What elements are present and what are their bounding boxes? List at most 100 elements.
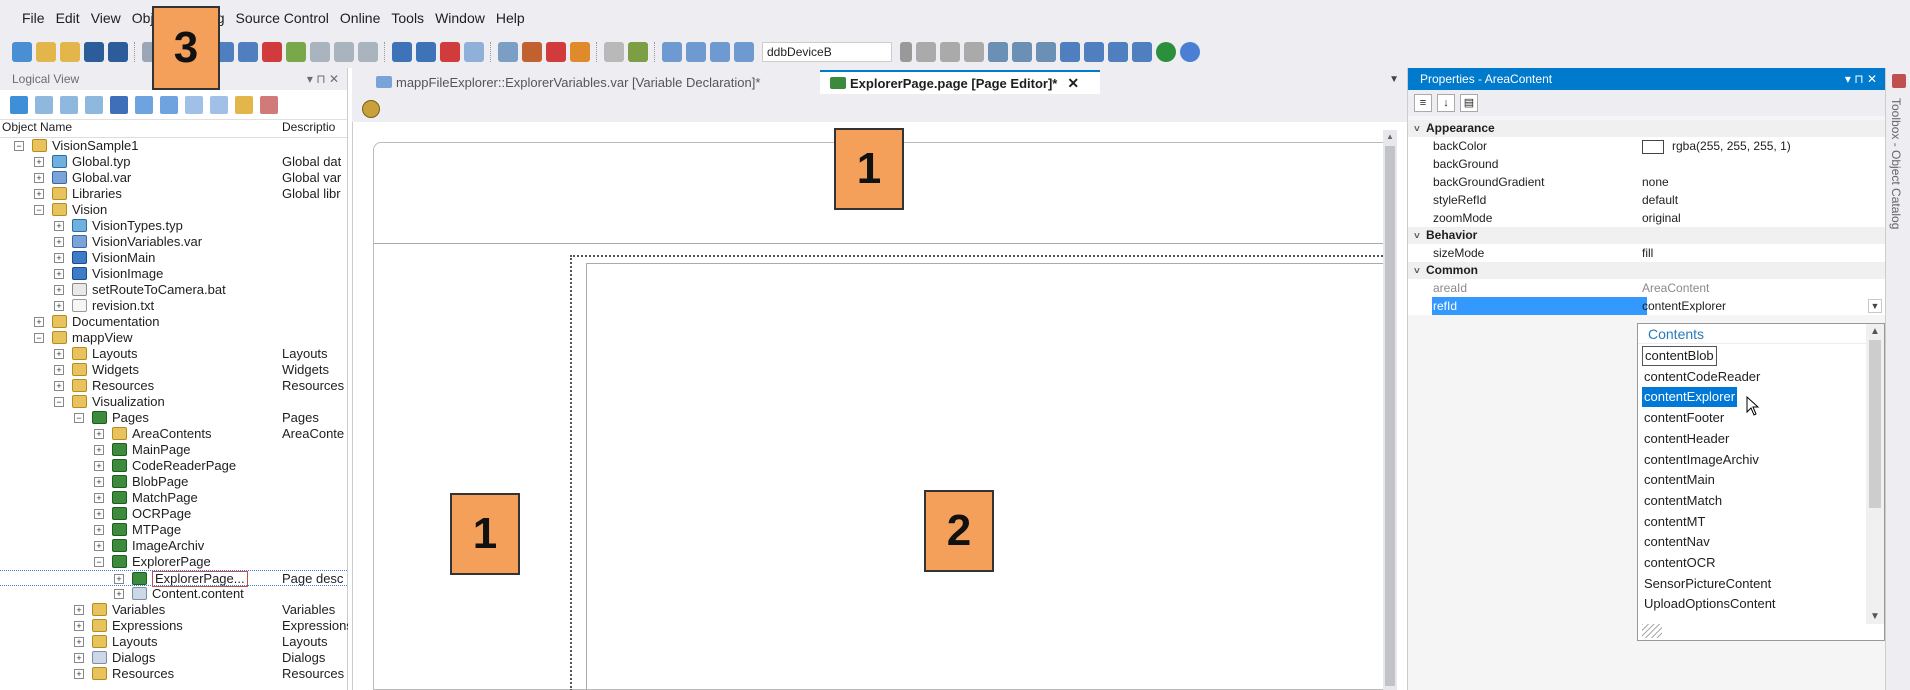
tree-item[interactable]: + ExplorerPage... Page desc (0, 570, 347, 587)
tree-item[interactable]: − mappView (0, 330, 347, 346)
menu-view[interactable]: View (91, 10, 121, 26)
expand-icon[interactable]: + (114, 574, 124, 584)
window-alt-icon[interactable] (686, 42, 706, 62)
expand-icon[interactable]: + (74, 605, 84, 615)
tree-item[interactable]: + Content.content (0, 586, 347, 602)
redo-icon[interactable] (238, 42, 258, 62)
tree-item[interactable]: + Widgets Widgets (0, 362, 347, 378)
monitor-icon[interactable] (392, 42, 412, 62)
tree-item[interactable]: − Visualization (0, 394, 347, 410)
tree-item[interactable]: − Pages Pages (0, 410, 347, 426)
dropdown-option[interactable]: SensorPictureContent (1642, 574, 1773, 594)
run-icon[interactable] (464, 42, 484, 62)
dropdown-option[interactable]: contentFooter (1642, 408, 1726, 428)
expand-icon[interactable]: + (54, 381, 64, 391)
collapse-icon[interactable]: − (54, 397, 64, 407)
nav-forward-icon[interactable] (940, 42, 960, 62)
menu-edit[interactable]: Edit (56, 10, 80, 26)
property-value[interactable]: default (1642, 191, 1886, 209)
device-icon[interactable] (570, 42, 590, 62)
debug-icon[interactable] (498, 42, 518, 62)
menu-tools[interactable]: Tools (391, 10, 424, 26)
scrollbar-thumb[interactable] (1385, 146, 1395, 686)
scroll-up-icon[interactable]: ▲ (1870, 326, 1880, 337)
clean-icon[interactable] (358, 42, 378, 62)
device-combobox[interactable]: ddbDeviceB (762, 42, 892, 62)
tab-overflow-chevron-icon[interactable]: ▼ (1389, 74, 1399, 85)
tree-item[interactable]: − Vision (0, 202, 347, 218)
expand-icon[interactable]: + (94, 477, 104, 487)
tab-explorer-variables[interactable]: mappFileExplorer::ExplorerVariables.var … (366, 70, 816, 94)
tree-item[interactable]: − ExplorerPage (0, 554, 347, 570)
expand-icon[interactable]: + (34, 317, 44, 327)
dropdown-option[interactable]: contentMT (1642, 512, 1707, 532)
expand-icon[interactable]: + (94, 429, 104, 439)
collapse-icon[interactable]: − (34, 333, 44, 343)
expand-icon[interactable]: + (54, 285, 64, 295)
tree-item[interactable]: + MainPage (0, 442, 347, 458)
scroll-down-icon[interactable]: ▼ (1870, 611, 1880, 622)
expand-icon[interactable]: + (54, 269, 64, 279)
breakpoint-icon[interactable] (522, 42, 542, 62)
expand-icon[interactable]: + (74, 653, 84, 663)
expand-icon[interactable]: + (54, 253, 64, 263)
editor-vertical-scrollbar[interactable]: ▲ (1383, 130, 1397, 690)
tree-item[interactable]: + Libraries Global libr (0, 186, 347, 202)
power-icon[interactable] (546, 42, 566, 62)
dropdown-option[interactable]: contentImageArchiv (1642, 450, 1761, 470)
chat-icon[interactable] (710, 42, 730, 62)
type-filter-icon[interactable] (110, 95, 128, 114)
arrow-down-icon[interactable] (1084, 42, 1104, 62)
property-row-zoommode[interactable]: zoomMode original (1408, 209, 1886, 227)
open-folder-icon[interactable] (60, 42, 80, 62)
tree-item[interactable]: + Global.var Global var (0, 170, 347, 186)
sort-icon[interactable] (1012, 42, 1032, 62)
expand-icon[interactable]: + (34, 157, 44, 167)
dropdown-option[interactable]: contentOCR (1642, 553, 1718, 573)
tree-item[interactable]: + OCRPage (0, 506, 347, 522)
dropdown-option[interactable]: contentHeader (1642, 429, 1731, 449)
tree-item[interactable]: + VisionTypes.typ (0, 218, 347, 234)
tree-item[interactable]: + setRouteToCamera.bat (0, 282, 347, 298)
categorized-view-icon[interactable]: ≡ (1414, 94, 1432, 112)
chevron-down-icon[interactable]: ˅ (1414, 121, 1426, 138)
expand-icon[interactable]: + (54, 221, 64, 231)
save-icon[interactable] (84, 42, 104, 62)
color-swatch-icon[interactable] (1642, 139, 1664, 154)
sort-alt-icon[interactable] (1036, 42, 1056, 62)
dropdown-option[interactable]: contentBlob (1642, 346, 1717, 366)
view-tree-icon[interactable] (85, 95, 103, 114)
property-value[interactable]: contentExplorer (1642, 297, 1886, 315)
help-icon[interactable] (1180, 42, 1200, 62)
program-filter-icon[interactable] (185, 95, 203, 114)
menu-source-control[interactable]: Source Control (236, 10, 329, 26)
tree-item[interactable]: + CodeReaderPage (0, 458, 347, 474)
collapse-icon[interactable]: − (74, 413, 84, 423)
close-icon[interactable]: ✕ (1067, 75, 1079, 92)
column-object-name[interactable]: Object Name (0, 120, 282, 137)
resize-grip-icon[interactable] (1642, 624, 1662, 638)
expand-icon[interactable]: + (114, 589, 124, 599)
collapse-icon[interactable]: − (34, 205, 44, 215)
tree-item[interactable]: + VisionMain (0, 250, 347, 266)
dropdown-option[interactable]: contentCodeReader (1642, 367, 1762, 387)
add-object-icon[interactable] (10, 95, 28, 114)
dropdown-option[interactable]: contentMain (1642, 470, 1717, 490)
expand-icon[interactable]: + (74, 669, 84, 679)
dropdown-option[interactable]: UploadOptionsContent (1642, 594, 1778, 614)
view-details-icon[interactable] (60, 95, 78, 114)
property-value[interactable]: rgba(255, 255, 255, 1) (1642, 137, 1886, 155)
property-value[interactable]: fill (1642, 244, 1886, 262)
expand-icon[interactable]: + (94, 509, 104, 519)
property-row-backcolor[interactable]: backColor rgba(255, 255, 255, 1) (1408, 137, 1886, 155)
property-pages-icon[interactable]: ▤ (1460, 94, 1478, 112)
expand-icon[interactable]: + (54, 349, 64, 359)
settings-alt-icon[interactable] (628, 42, 648, 62)
tree-item[interactable]: + Global.typ Global dat (0, 154, 347, 170)
expand-icon[interactable]: + (94, 541, 104, 551)
chevron-down-icon[interactable] (900, 42, 912, 62)
tree-item[interactable]: + BlobPage (0, 474, 347, 490)
find-icon[interactable] (988, 42, 1008, 62)
tree-item[interactable]: + ImageArchiv (0, 538, 347, 554)
dropdown-option[interactable]: contentNav (1642, 532, 1712, 552)
